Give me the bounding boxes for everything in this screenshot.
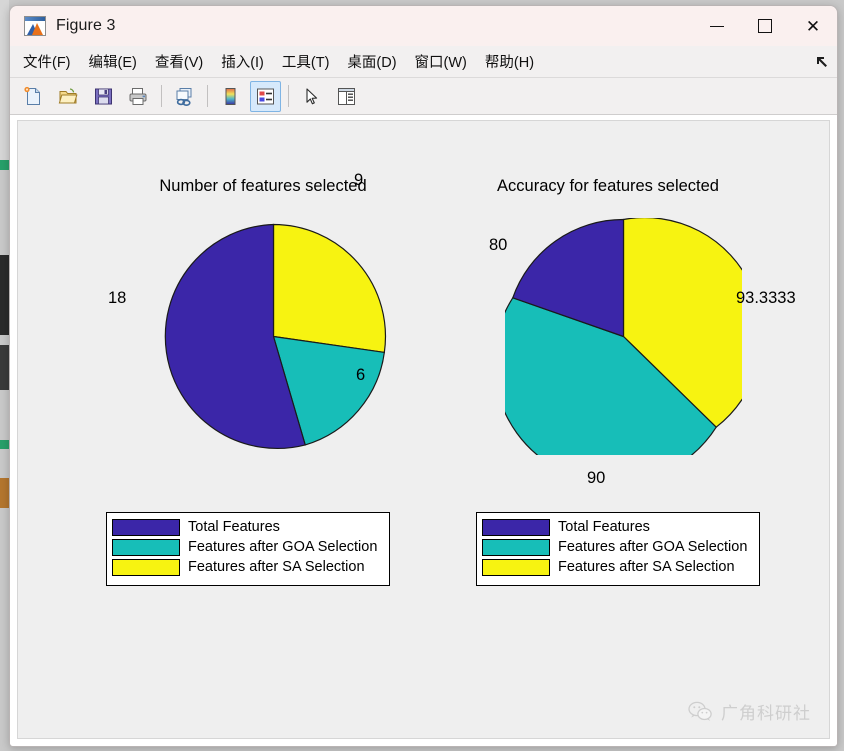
desktop-strip-green-2 — [0, 440, 9, 449]
menu-bar: 文件(F) 编辑(E) 查看(V) 插入(I) 工具(T) 桌面(D) 窗口(W… — [10, 46, 837, 78]
desktop-strip-green — [0, 160, 9, 170]
pie-2-chart[interactable] — [493, 217, 763, 484]
watermark-text: 广角科研社 — [721, 704, 811, 724]
desktop-strip-dark — [0, 255, 9, 335]
toolbar-separator-3 — [288, 85, 289, 107]
pie-1-value-goa: 6 — [356, 366, 366, 384]
window-controls: ✕ — [693, 6, 837, 46]
pie-2-value-goa: 90 — [587, 469, 606, 487]
edit-pointer-icon[interactable] — [296, 81, 327, 112]
maximize-button[interactable] — [741, 6, 789, 46]
legend-item-goa: Features after GOA Selection — [482, 537, 753, 557]
minimize-button[interactable] — [693, 6, 741, 46]
pie-1-slices — [164, 223, 387, 450]
legend-swatch-sa — [482, 558, 550, 576]
screen: Figure 3 ✕ 文件(F) 编辑(E) 查看(V) 插入(I) 工具(T)… — [0, 0, 844, 751]
menu-file[interactable]: 文件(F) — [16, 48, 78, 75]
legend-swatch-sa — [112, 558, 180, 576]
menu-insert[interactable]: 插入(I) — [214, 48, 271, 75]
legend-swatch-goa — [482, 538, 550, 556]
print-figure-icon[interactable] — [123, 81, 154, 112]
desktop-strip-orange — [0, 478, 9, 508]
wechat-icon — [688, 701, 712, 721]
pie-2-legend[interactable]: Total Features Features after GOA Select… — [476, 512, 760, 586]
menu-view[interactable]: 查看(V) — [148, 48, 210, 75]
figure-canvas[interactable]: Number of features selected 9 6 18 Total… — [17, 120, 830, 739]
matlab-figure-icon — [24, 16, 46, 36]
pie-2-value-total: 80 — [489, 236, 508, 254]
toolbar-separator-2 — [207, 85, 208, 107]
property-editor-icon[interactable] — [331, 81, 362, 112]
pie-1-value-total: 18 — [108, 289, 127, 307]
pie-1-value-sa: 9 — [354, 171, 364, 189]
pie-2-title: Accuracy for features selected — [497, 177, 719, 195]
legend-label-total: Total Features — [558, 519, 650, 535]
menu-help[interactable]: 帮助(H) — [478, 48, 541, 75]
toolbar-separator-1 — [161, 85, 162, 107]
pie-2-slices — [493, 217, 763, 484]
legend-label-goa: Features after GOA Selection — [188, 539, 378, 555]
legend-swatch-goa — [112, 538, 180, 556]
window-title: Figure 3 — [56, 17, 116, 34]
figure-area: Number of features selected 9 6 18 Total… — [10, 115, 837, 746]
desktop-strip-dark-2 — [0, 345, 9, 390]
pie-2-value-sa: 93.3333 — [736, 289, 796, 307]
menu-tools[interactable]: 工具(T) — [275, 48, 337, 75]
toolbar — [10, 78, 837, 115]
menu-edit[interactable]: 编辑(E) — [82, 48, 144, 75]
legend-label-sa: Features after SA Selection — [558, 559, 735, 575]
legend-item-total: Total Features — [112, 517, 383, 537]
menu-desktop[interactable]: 桌面(D) — [340, 48, 403, 75]
legend-label-total: Total Features — [188, 519, 280, 535]
pie-1-chart[interactable] — [160, 223, 387, 450]
menu-window[interactable]: 窗口(W) — [408, 48, 474, 75]
desktop-strip-top — [0, 0, 9, 160]
legend-label-goa: Features after GOA Selection — [558, 539, 748, 555]
colorbar-icon[interactable] — [215, 81, 246, 112]
figure-window: Figure 3 ✕ 文件(F) 编辑(E) 查看(V) 插入(I) 工具(T)… — [9, 5, 838, 747]
legend-swatch-total — [112, 518, 180, 536]
pie-1-legend[interactable]: Total Features Features after GOA Select… — [106, 512, 390, 586]
legend-swatch-total — [482, 518, 550, 536]
open-file-icon[interactable] — [53, 81, 84, 112]
new-figure-icon[interactable] — [18, 81, 49, 112]
save-figure-icon[interactable] — [88, 81, 119, 112]
legend-item-total: Total Features — [482, 517, 753, 537]
link-plot-icon[interactable] — [169, 81, 200, 112]
legend-item-sa: Features after SA Selection — [482, 557, 753, 577]
legend-icon[interactable] — [250, 80, 281, 112]
title-bar: Figure 3 ✕ — [10, 6, 837, 46]
legend-label-sa: Features after SA Selection — [188, 559, 365, 575]
close-button[interactable]: ✕ — [789, 6, 837, 46]
watermark: 广角科研社 — [688, 699, 811, 724]
dock-arrow-icon[interactable] — [815, 54, 829, 68]
legend-item-goa: Features after GOA Selection — [112, 537, 383, 557]
legend-item-sa: Features after SA Selection — [112, 557, 383, 577]
